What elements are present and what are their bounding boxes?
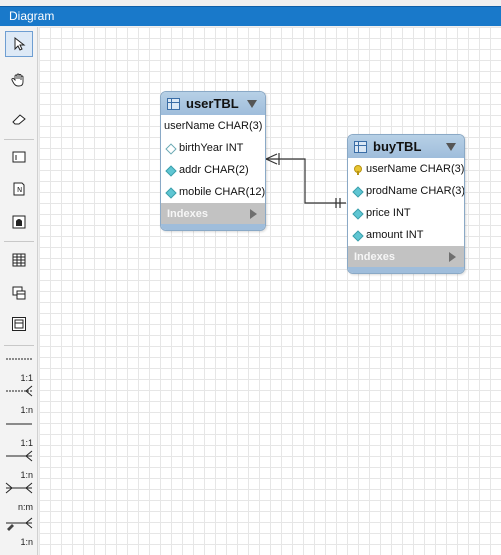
expand-arrow-icon[interactable] [250,208,257,219]
hand-icon[interactable] [5,67,33,93]
svg-text:N: N [17,186,22,194]
table-usertbl[interactable]: userTBL userName CHAR(3) birthYear INT a… [160,91,266,231]
collapse-toggle-icon[interactable] [247,99,257,108]
nullable-column-icon [166,144,175,153]
column-row[interactable]: mobile CHAR(12) [161,181,265,203]
eraser-icon[interactable] [5,106,33,132]
column-row[interactable]: addr CHAR(2) [161,159,265,181]
not-null-column-icon [166,188,175,197]
column-row[interactable]: price INT [348,202,464,224]
table-icon [167,97,180,110]
column-row[interactable]: amount INT [348,224,464,246]
indexes-section[interactable]: Indexes [161,203,265,224]
toolbar-separator [4,241,34,242]
diagram-window: Diagram N 1:1 1:n 1:1 1:n n:m 1:n userTB… [0,0,501,555]
column-row[interactable]: userName CHAR(3) [161,115,265,137]
rel-n-m[interactable]: n:m [4,482,34,512]
image-icon[interactable] [5,209,33,235]
primary-key-icon [353,164,362,175]
indexes-section[interactable]: Indexes [348,246,464,267]
layer-icon[interactable] [5,144,33,170]
routine-group-icon[interactable] [5,311,33,337]
not-null-column-icon [166,166,175,175]
collapse-toggle-icon[interactable] [446,142,456,151]
tool-palette: N 1:1 1:n 1:1 1:n n:m 1:n [0,27,38,555]
window-titlebar: Diagram [0,6,501,26]
column-row[interactable]: prodName CHAR(3) [348,180,464,202]
rel-1-n-non-identifying[interactable]: 1:n [4,385,34,415]
relationship-connector[interactable] [39,27,501,555]
column-row[interactable]: birthYear INT [161,137,265,159]
window-title: Diagram [9,9,55,23]
table-footer [348,267,464,273]
table-icon [354,140,367,153]
toolbar-separator [4,139,34,140]
view-icon[interactable] [5,280,33,306]
table-header[interactable]: userTBL [161,92,265,115]
not-null-column-icon [353,209,362,218]
toolbar-separator [4,345,34,346]
table-header[interactable]: buyTBL [348,135,464,158]
not-null-column-icon [353,187,362,196]
expand-arrow-icon[interactable] [449,251,456,262]
note-icon[interactable]: N [5,176,33,202]
diagram-canvas[interactable]: userTBL userName CHAR(3) birthYear INT a… [39,27,501,555]
table-footer [161,224,265,230]
column-row[interactable]: userName CHAR(3) [348,158,464,180]
rel-1-n-existing-columns[interactable]: 1:n [4,517,34,547]
pointer-icon[interactable] [5,31,33,57]
table-buytbl[interactable]: buyTBL userName CHAR(3) prodName CHAR(3)… [347,134,465,274]
rel-1-1-non-identifying[interactable]: 1:1 [4,353,34,383]
not-null-column-icon [353,231,362,240]
table-icon[interactable] [5,247,33,273]
rel-1-n-identifying[interactable]: 1:n [4,450,34,480]
rel-1-1-identifying[interactable]: 1:1 [4,418,34,448]
